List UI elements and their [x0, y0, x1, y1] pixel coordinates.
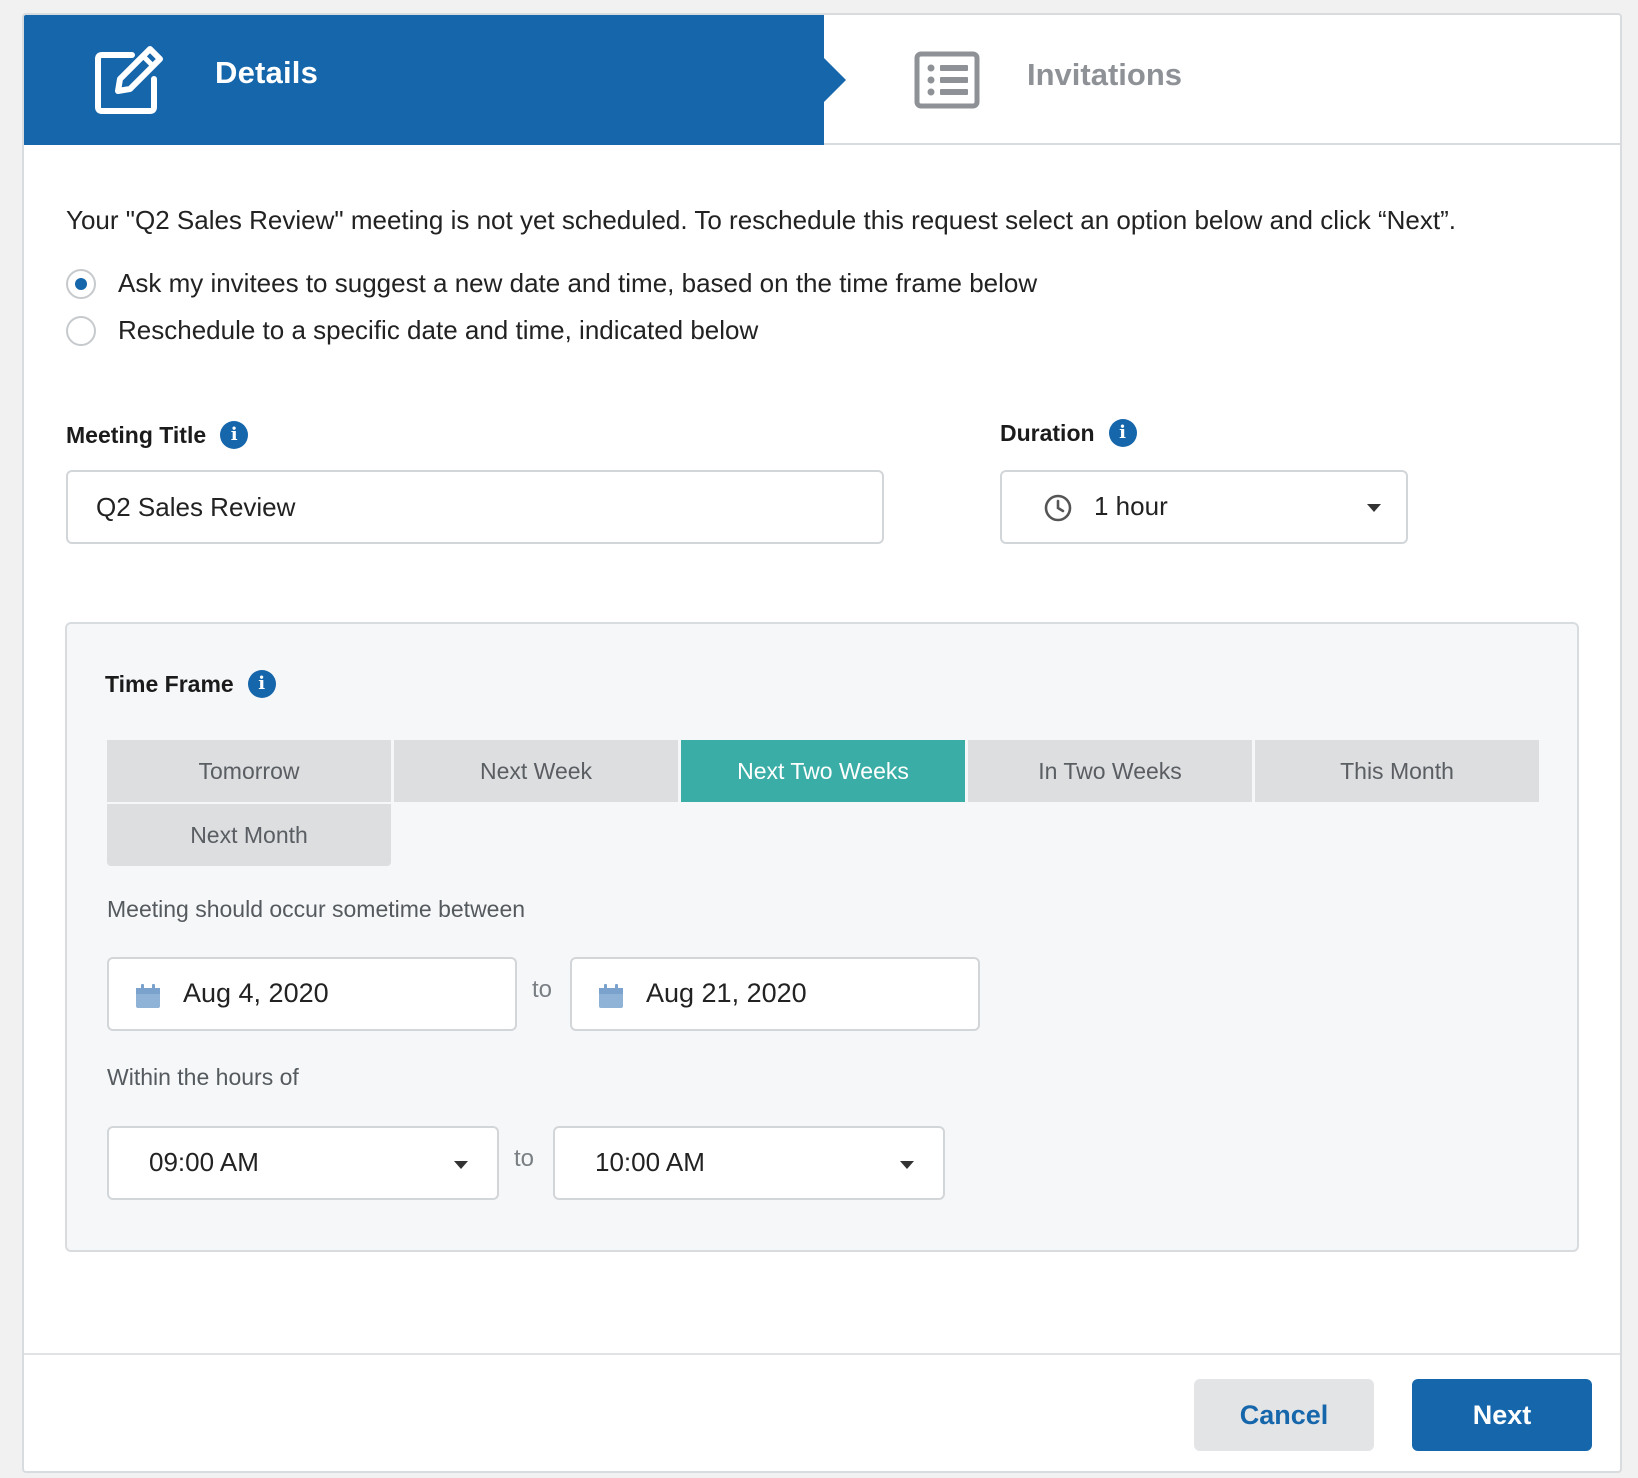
info-icon[interactable]: i	[1108, 419, 1137, 447]
footer-divider	[24, 1353, 1620, 1355]
time-frame-label-text: Time Frame	[105, 670, 234, 697]
time-frame-label: Time Frame i	[105, 670, 276, 698]
time-frame-panel: Time Frame i Tomorrow Next Week Next Two…	[65, 622, 1579, 1252]
start-date-value: Aug 4, 2020	[183, 978, 329, 1008]
option-reschedule-specific-label: Reschedule to a specific date and time, …	[118, 315, 759, 345]
date-range-to: to	[532, 976, 553, 1003]
step-invitations-label: Invitations	[1027, 57, 1183, 92]
chevron-down-icon	[1367, 504, 1381, 512]
info-icon[interactable]: i	[220, 421, 249, 449]
calendar-icon	[599, 984, 623, 1008]
calendar-icon	[136, 984, 160, 1008]
tab-next-week[interactable]: Next Week	[394, 740, 678, 802]
radio-ask-invitees[interactable]	[66, 268, 96, 299]
start-time-select[interactable]: 09:00 AM	[107, 1126, 499, 1200]
chevron-down-icon	[900, 1161, 914, 1169]
duration-value: 1 hour	[1094, 491, 1168, 521]
step-details-label: Details	[215, 55, 319, 90]
reschedule-dialog: Details Invitations Your "Q2 Sales Revie…	[22, 13, 1622, 1473]
chevron-down-icon	[454, 1161, 468, 1169]
duration-label-text: Duration	[1000, 419, 1095, 446]
radio-reschedule-specific[interactable]	[66, 315, 96, 346]
tab-tomorrow[interactable]: Tomorrow	[107, 740, 391, 802]
hours-label: Within the hours of	[107, 1064, 299, 1090]
end-time-select[interactable]: 10:00 AM	[553, 1126, 945, 1200]
step-header: Details Invitations	[24, 15, 1620, 145]
time-range-to: to	[514, 1145, 535, 1172]
cancel-button[interactable]: Cancel	[1194, 1379, 1374, 1451]
clock-icon	[1044, 494, 1072, 522]
intro-text: Your "Q2 Sales Review" meeting is not ye…	[66, 205, 1456, 235]
step-details[interactable]: Details	[24, 15, 846, 145]
meeting-title-label-text: Meeting Title	[66, 421, 207, 448]
start-time-value: 09:00 AM	[149, 1147, 259, 1177]
tab-next-two-weeks[interactable]: Next Two Weeks	[681, 740, 965, 802]
meeting-title-label: Meeting Title i	[66, 421, 249, 449]
meeting-title-input[interactable]: Q2 Sales Review	[66, 470, 884, 544]
option-reschedule-specific[interactable]: Reschedule to a specific date and time, …	[66, 315, 758, 346]
duration-select[interactable]: 1 hour	[1000, 470, 1408, 544]
tab-next-month[interactable]: Next Month	[107, 804, 391, 866]
end-time-value: 10:00 AM	[595, 1147, 705, 1177]
start-date-input[interactable]: Aug 4, 2020	[107, 957, 517, 1031]
step-invitations[interactable]: Invitations	[824, 15, 1620, 145]
edit-icon	[95, 46, 163, 114]
end-date-input[interactable]: Aug 21, 2020	[570, 957, 980, 1031]
end-date-value: Aug 21, 2020	[646, 978, 807, 1008]
info-icon[interactable]: i	[247, 670, 276, 698]
tab-this-month[interactable]: This Month	[1255, 740, 1539, 802]
option-ask-invitees-label: Ask my invitees to suggest a new date an…	[118, 268, 1038, 298]
option-ask-invitees[interactable]: Ask my invitees to suggest a new date an…	[66, 268, 1037, 299]
between-label: Meeting should occur sometime between	[107, 896, 526, 922]
tab-in-two-weeks[interactable]: In Two Weeks	[968, 740, 1252, 802]
list-icon	[914, 51, 980, 109]
next-button[interactable]: Next	[1412, 1379, 1592, 1451]
duration-label: Duration i	[1000, 419, 1137, 447]
